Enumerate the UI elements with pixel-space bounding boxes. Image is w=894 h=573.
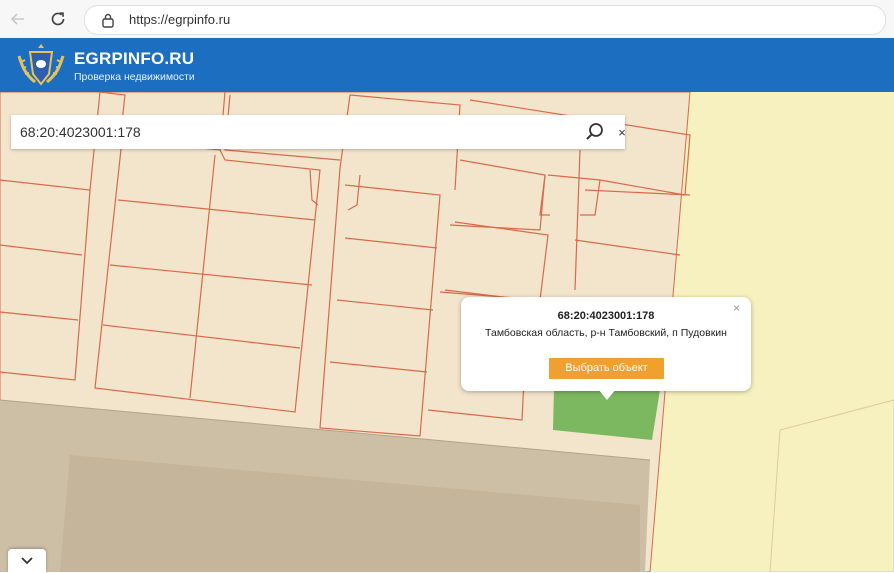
- cadastral-search-input[interactable]: [11, 115, 580, 149]
- emblem-icon: [17, 44, 65, 86]
- panel-toggle-button[interactable]: [8, 549, 46, 573]
- chevron-down-icon: [21, 557, 33, 565]
- popup-cadastral-number: 68:20:4023001:178: [557, 310, 655, 322]
- search-button[interactable]: [585, 122, 605, 142]
- address-bar[interactable]: https://egrpinfo.ru: [84, 5, 886, 35]
- select-object-button[interactable]: Выбрать объект: [549, 358, 664, 379]
- reload-icon: [51, 12, 65, 26]
- back-button[interactable]: [6, 7, 30, 31]
- site-title[interactable]: EGRPINFO.RU: [74, 49, 194, 69]
- search-bar: ×: [11, 115, 626, 149]
- map-canvas[interactable]: [0, 92, 894, 572]
- cadastral-map[interactable]: [0, 92, 894, 572]
- popup-address: Тамбовская область, р-н Тамбовский, п Пу…: [485, 327, 727, 339]
- arrow-left-icon: [10, 13, 24, 25]
- search-icon: [586, 123, 603, 140]
- reload-button[interactable]: [46, 7, 70, 31]
- url-text: https://egrpinfo.ru: [129, 12, 231, 27]
- site-subtitle: Проверка недвижимости: [74, 71, 195, 83]
- site-info-icon[interactable]: [101, 12, 115, 28]
- site-header: EGRPINFO.RU Проверка недвижимости: [0, 38, 894, 92]
- browser-toolbar: https://egrpinfo.ru: [0, 0, 894, 39]
- popup-pointer: [598, 389, 616, 400]
- clear-search-button[interactable]: ×: [615, 122, 629, 142]
- parcel-popup: × 68:20:4023001:178 Тамбовская область, …: [461, 297, 751, 391]
